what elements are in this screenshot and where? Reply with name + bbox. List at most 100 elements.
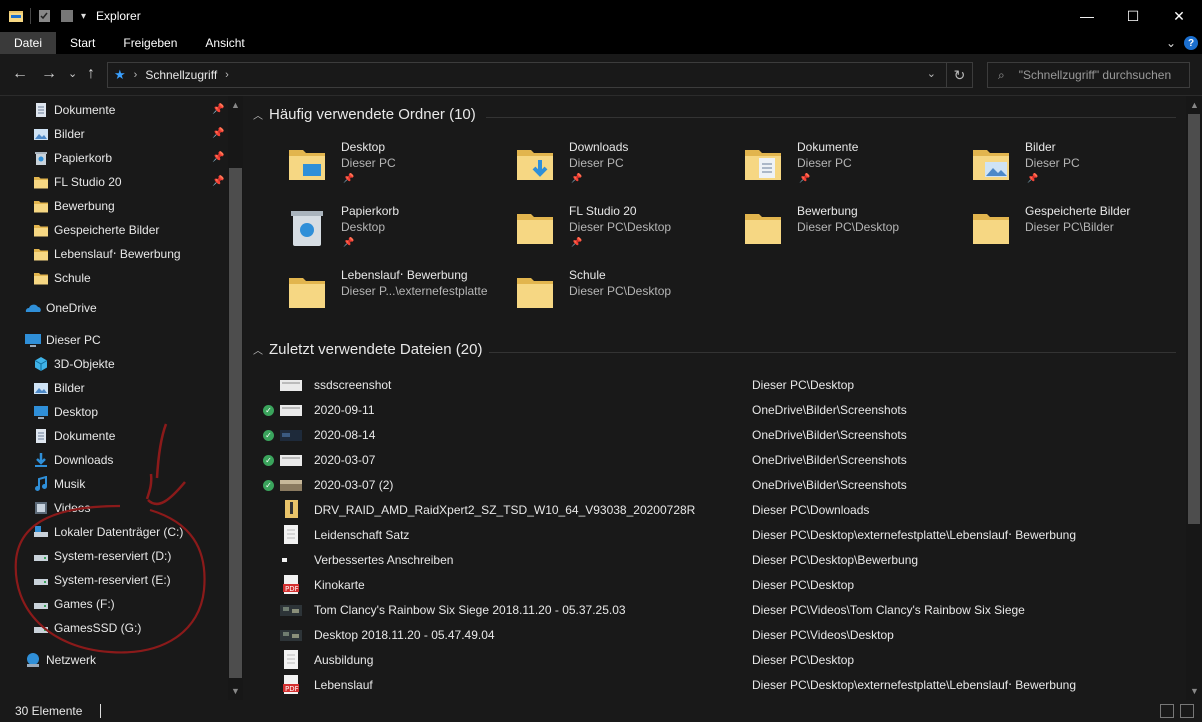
recent-file-row[interactable]: Verbessertes Anschreiben Dieser PC\Deskto…	[263, 548, 1178, 573]
sidebar-item[interactable]: Schule	[0, 266, 228, 290]
forward-button[interactable]: →	[41, 64, 57, 84]
expand-ribbon-icon[interactable]: ⌄	[1166, 36, 1176, 50]
sidebar-item[interactable]: Gespeicherte Bilder	[0, 218, 228, 242]
breadcrumb-chevron-icon[interactable]: ›	[134, 69, 138, 81]
folder-tile[interactable]: Bilder Dieser PC 📌	[969, 140, 1186, 202]
sidebar-item[interactable]: Games (F:)	[0, 592, 228, 616]
folder-icon	[969, 206, 1021, 254]
sidebar-item[interactable]: System-reserviert (E:)	[0, 568, 228, 592]
search-placeholder[interactable]: "Schnellzugriff" durchsuchen	[1019, 68, 1171, 82]
folder-icon	[33, 270, 49, 286]
svg-text:PDF: PDF	[285, 585, 299, 593]
scroll-up-icon[interactable]: ▲	[231, 100, 240, 110]
sidebar-item-network[interactable]: Netzwerk	[0, 648, 228, 672]
folder-tile[interactable]: Papierkorb Desktop 📌	[285, 204, 510, 266]
content-scrollbar[interactable]: ▲ ▼	[1186, 96, 1202, 700]
group-frequent-folders[interactable]: ︿ Häufig verwendete Ordner (10)	[253, 106, 476, 123]
recent-file-row[interactable]: ✓ 2020-03-07 (2) OneDrive\Bilder\Screensho…	[263, 473, 1178, 498]
file-path: Dieser PC\Desktop	[752, 378, 855, 392]
folder-tile[interactable]: Schule Dieser PC\Desktop	[513, 268, 738, 330]
recent-file-row[interactable]: Ausbildung Dieser PC\Desktop	[263, 648, 1178, 673]
recent-file-row[interactable]: Desktop 2018.11.20 - 05.47.49.04 Dieser P…	[263, 623, 1178, 648]
content-pane: ︿ Häufig verwendete Ordner (10) Desktop D…	[243, 96, 1186, 700]
sidebar-item[interactable]: Lebenslauf‧ Bewerbung	[0, 242, 228, 266]
sidebar-item[interactable]: System-reserviert (D:)	[0, 544, 228, 568]
sidebar-item[interactable]: Downloads	[0, 448, 228, 472]
scroll-down-icon[interactable]: ▼	[1190, 686, 1199, 696]
refresh-icon[interactable]: ↻	[946, 63, 972, 87]
tab-start[interactable]: Start	[56, 32, 109, 54]
scroll-down-icon[interactable]: ▼	[231, 686, 240, 696]
sidebar-item[interactable]: Dokumente 📌	[0, 98, 228, 122]
ribbon-right-controls: ⌄ ?	[1166, 32, 1198, 54]
sidebar-item[interactable]: Videos	[0, 496, 228, 520]
recent-file-row[interactable]: ✓ 2020-03-07 OneDrive\Bilder\Screenshots	[263, 448, 1178, 473]
recent-file-row[interactable]: PDF Lebenslauf Dieser PC\Desktop\externefe…	[263, 673, 1178, 698]
minimize-button[interactable]: —	[1064, 0, 1110, 32]
recent-file-row[interactable]: ✓ 2020-08-14 OneDrive\Bilder\Screenshots	[263, 423, 1178, 448]
content-scroll-thumb[interactable]	[1188, 114, 1200, 524]
recent-file-row[interactable]: Leidenschaft Satz Dieser PC\Desktop\exter…	[263, 523, 1178, 548]
breadcrumb-chevron-icon[interactable]: ›	[225, 69, 229, 81]
sidebar-item-onedrive[interactable]: OneDrive	[0, 296, 228, 320]
new-folder-icon[interactable]	[59, 8, 75, 24]
tab-datei[interactable]: Datei	[0, 32, 57, 54]
scroll-up-icon[interactable]: ▲	[1190, 100, 1199, 110]
folder-tile[interactable]: Gespeicherte Bilder Dieser PC\Bilder	[969, 204, 1186, 266]
pin-icon: 📌	[212, 176, 225, 187]
pin-icon: 📌	[343, 173, 355, 183]
help-icon[interactable]: ?	[1184, 36, 1198, 50]
pin-icon: 📌	[571, 237, 583, 247]
address-dropdown-icon[interactable]: ⌄	[927, 67, 936, 80]
file-thumbnail-icon	[280, 603, 302, 618]
pin-icon: 📌	[212, 128, 225, 139]
folder-tile[interactable]: Downloads Dieser PC 📌	[513, 140, 738, 202]
details-view-icon[interactable]	[1160, 704, 1174, 718]
folder-tile[interactable]: Desktop Dieser PC 📌	[285, 140, 510, 202]
close-button[interactable]: ✕	[1156, 0, 1202, 32]
sidebar-scrollbar[interactable]: ▲ ▼	[228, 96, 243, 700]
ribbon-tabs: Datei Start Freigeben Ansicht ⌄ ?	[0, 32, 1202, 54]
search-box[interactable]: ⌕ "Schnellzugriff" durchsuchen	[987, 62, 1190, 88]
sidebar-item-label: Bewerbung	[54, 199, 115, 213]
folder-tile[interactable]: Dokumente Dieser PC 📌	[741, 140, 966, 202]
address-bar[interactable]: ★ › Schnellzugriff › ⌄ ↻	[107, 62, 973, 88]
recent-file-row[interactable]: DRV_RAID_AMD_RaidXpert2_SZ_TSD_W10_64_V9…	[263, 498, 1178, 523]
file-path: OneDrive\Bilder\Screenshots	[752, 453, 907, 467]
sidebar-item[interactable]: GamesSSD (G:)	[0, 616, 228, 640]
back-button[interactable]: ←	[12, 64, 28, 84]
customize-toolbar-icon[interactable]: ▾	[81, 11, 86, 22]
properties-icon[interactable]	[37, 8, 53, 24]
maximize-button[interactable]: ☐	[1110, 0, 1156, 32]
sidebar-item[interactable]: Dokumente	[0, 424, 228, 448]
collapse-chevron-icon[interactable]: ︿	[253, 342, 263, 357]
sidebar-item[interactable]: Musik	[0, 472, 228, 496]
folder-tile[interactable]: Bewerbung Dieser PC\Desktop	[741, 204, 966, 266]
tab-freigeben[interactable]: Freigeben	[109, 32, 191, 54]
folder-tile[interactable]: Lebenslauf‧ Bewerbung Dieser P...\externe…	[285, 268, 510, 330]
sidebar-item[interactable]: 3D-Objekte	[0, 352, 228, 376]
breadcrumb-schnellzugriff[interactable]: Schnellzugriff	[145, 68, 217, 82]
sidebar-scroll-thumb[interactable]	[229, 168, 242, 678]
sidebar-item[interactable]: Lokaler Datenträger (C:)	[0, 520, 228, 544]
sidebar-item[interactable]: Desktop	[0, 400, 228, 424]
tab-ansicht[interactable]: Ansicht	[191, 32, 258, 54]
sidebar-item-this-pc[interactable]: Dieser PC	[0, 328, 228, 352]
folder-tile[interactable]: FL Studio 20 Dieser PC\Desktop 📌	[513, 204, 738, 266]
group-recent-files[interactable]: ︿ Zuletzt verwendete Dateien (20)	[253, 341, 482, 358]
sidebar-item[interactable]: Bilder	[0, 376, 228, 400]
file-path: OneDrive\Bilder\Screenshots	[752, 478, 907, 492]
sidebar-item[interactable]: Bilder 📌	[0, 122, 228, 146]
sidebar-item[interactable]: Bewerbung	[0, 194, 228, 218]
recent-file-row[interactable]: Tom Clancy's Rainbow Six Siege 2018.11.2…	[263, 598, 1178, 623]
collapse-chevron-icon[interactable]: ︿	[253, 107, 263, 122]
recent-file-row[interactable]: ssdscreenshot Dieser PC\Desktop	[263, 373, 1178, 398]
pin-icon: 📌	[212, 152, 225, 163]
recent-file-row[interactable]: ✓ 2020-09-11 OneDrive\Bilder\Screenshots	[263, 398, 1178, 423]
up-button[interactable]: ↑	[87, 64, 95, 84]
sidebar-item[interactable]: Papierkorb 📌	[0, 146, 228, 170]
sidebar-item[interactable]: FL Studio 20 📌	[0, 170, 228, 194]
large-icons-view-icon[interactable]	[1180, 704, 1194, 718]
recent-file-row[interactable]: PDF Kinokarte Dieser PC\Desktop	[263, 573, 1178, 598]
recent-locations-button[interactable]: ⌄	[68, 64, 77, 84]
